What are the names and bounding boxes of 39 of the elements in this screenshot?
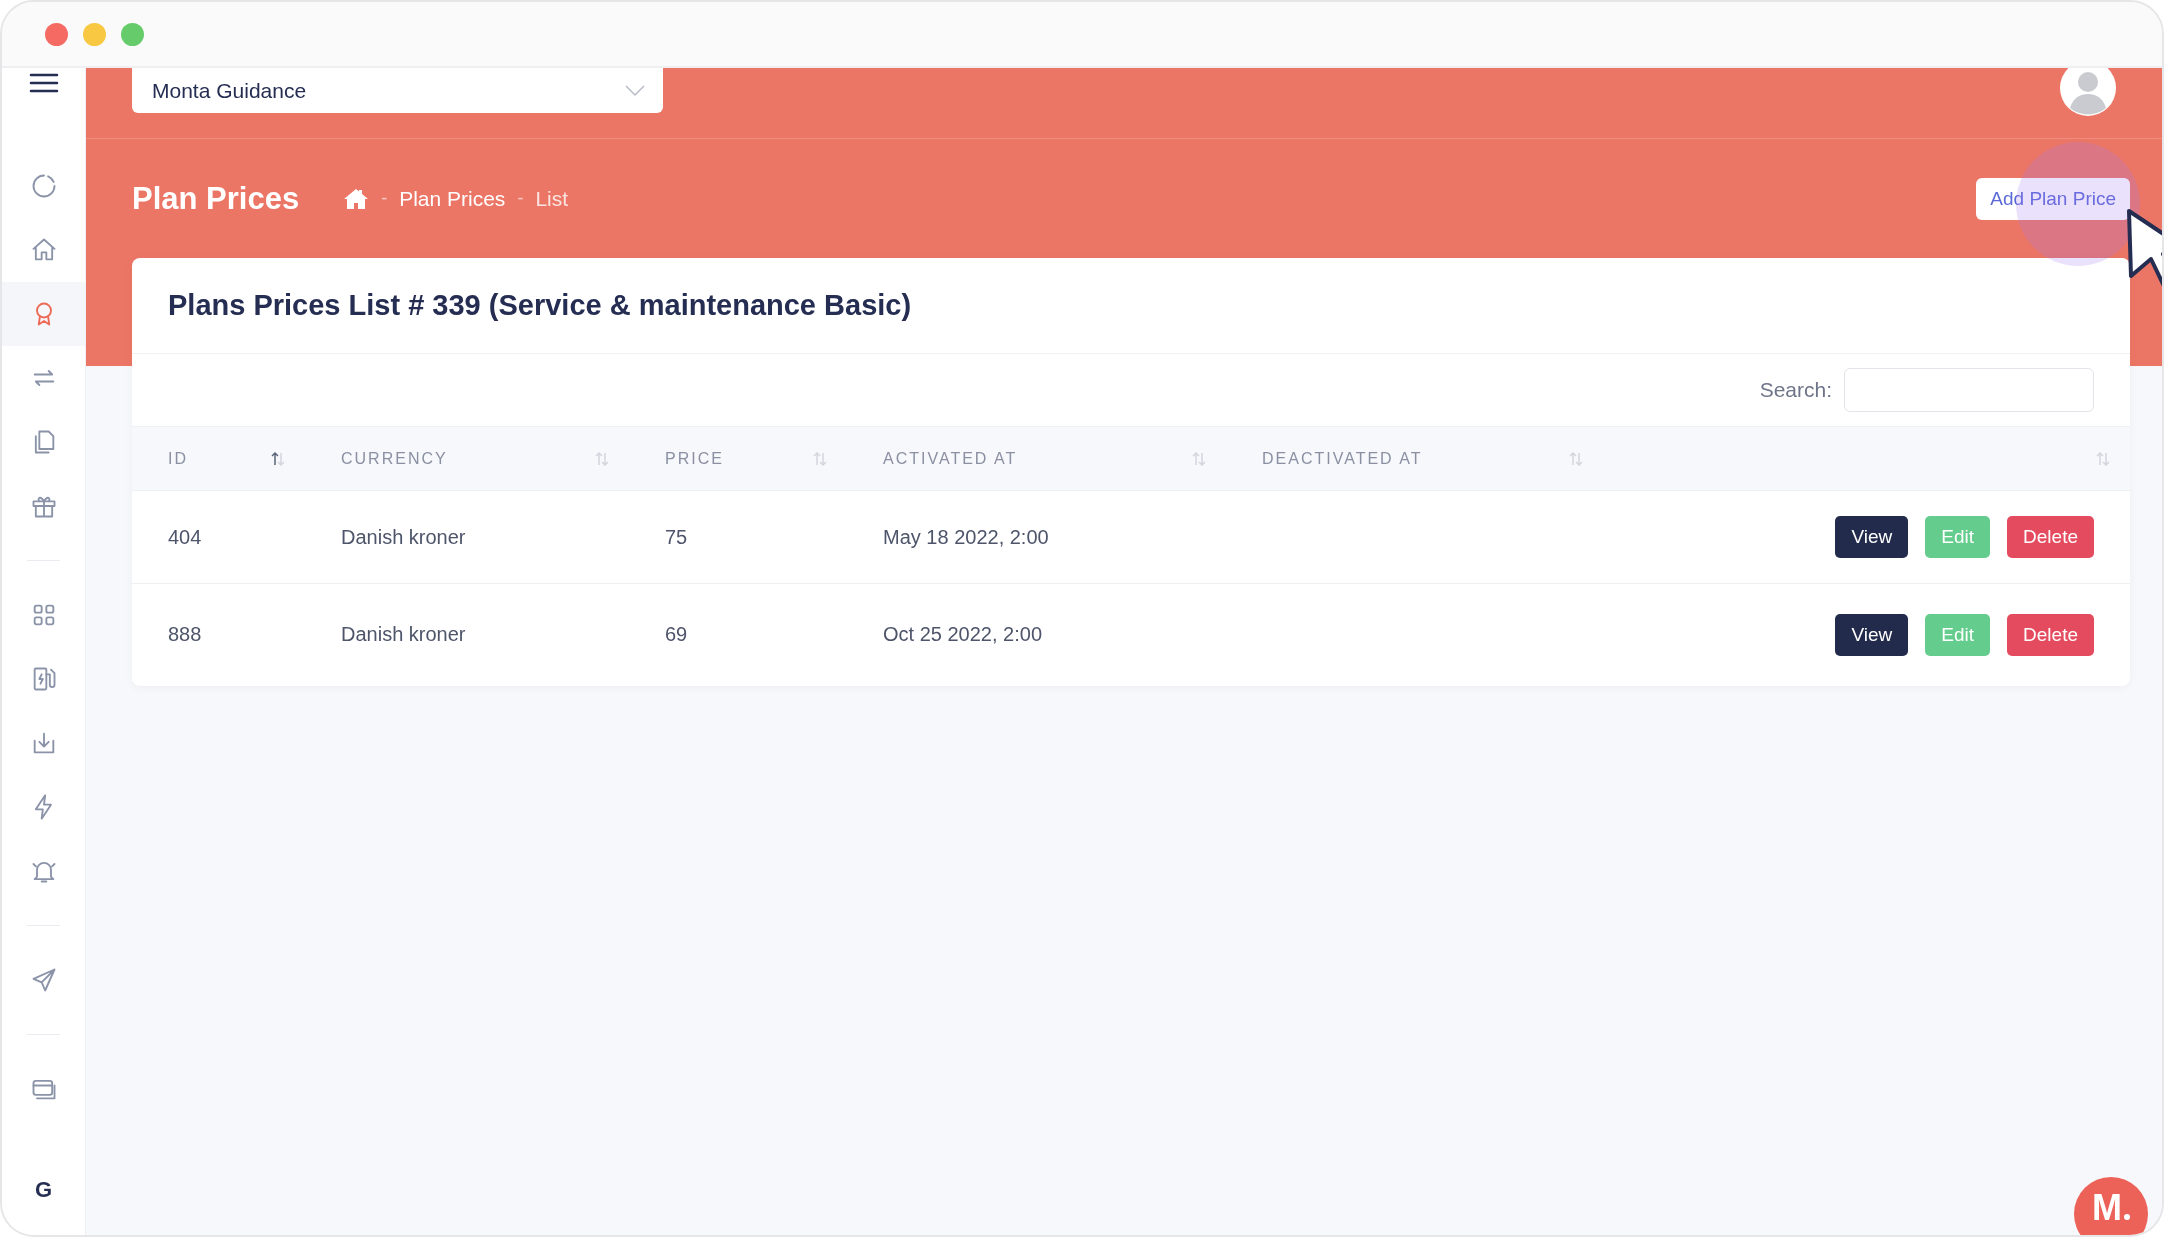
table-cell: May 18 2022, 2:00 bbox=[883, 525, 1049, 548]
table-cell: 404 bbox=[168, 525, 202, 548]
sort-icon[interactable] bbox=[271, 450, 285, 467]
table-cell: Danish kroner bbox=[341, 525, 466, 548]
action-button[interactable]: View bbox=[1835, 613, 1909, 656]
column-header[interactable]: PRICE bbox=[665, 449, 724, 468]
action-button[interactable]: Delete bbox=[2007, 613, 2094, 656]
chevron-down-icon bbox=[625, 84, 645, 97]
search-field[interactable] bbox=[1844, 368, 2094, 412]
table-cell: 75 bbox=[665, 525, 688, 548]
avatar-icon[interactable] bbox=[2060, 68, 2116, 116]
table-cell: Oct 25 2022, 2:00 bbox=[883, 623, 1042, 646]
table-cell: 69 bbox=[665, 623, 688, 646]
breadcrumb-link[interactable]: Plan Prices bbox=[399, 186, 506, 211]
close-icon[interactable] bbox=[45, 22, 68, 46]
action-button[interactable]: Edit bbox=[1925, 613, 1991, 656]
table-cell: 888 bbox=[168, 623, 202, 646]
menu-icon bbox=[28, 72, 59, 94]
action-button[interactable]: View bbox=[1835, 516, 1909, 558]
add-plan-price-button[interactable]: Add Plan Price bbox=[1976, 177, 2130, 220]
page-title: Plan Prices bbox=[132, 180, 300, 217]
table-cell: Danish kroner bbox=[341, 623, 466, 646]
maximize-icon[interactable] bbox=[121, 22, 144, 46]
column-header[interactable]: ID bbox=[168, 449, 188, 468]
minimize-icon[interactable] bbox=[83, 22, 106, 46]
column-header[interactable]: CURRENCY bbox=[341, 449, 448, 468]
column-header[interactable]: ACTIVATED AT bbox=[883, 449, 1018, 468]
home-icon[interactable] bbox=[343, 187, 370, 210]
action-button[interactable]: Edit bbox=[1925, 516, 1991, 558]
search-label: Search: bbox=[1759, 378, 1832, 402]
breadcrumb-link[interactable]: List bbox=[535, 186, 569, 211]
account-select[interactable]: Monta Guidance bbox=[132, 68, 663, 113]
card-title: Plans Prices List # 339 (Service & maintenance Basic) bbox=[132, 258, 2130, 354]
action-button[interactable]: Delete bbox=[2007, 516, 2094, 558]
breadcrumb-separator: - bbox=[381, 188, 388, 209]
breadcrumb-separator: - bbox=[517, 188, 524, 209]
column-header[interactable]: DEACTIVATED AT bbox=[1262, 449, 1423, 468]
sidebar-item[interactable] bbox=[2, 282, 85, 346]
sidebar-label: G bbox=[34, 1177, 53, 1203]
